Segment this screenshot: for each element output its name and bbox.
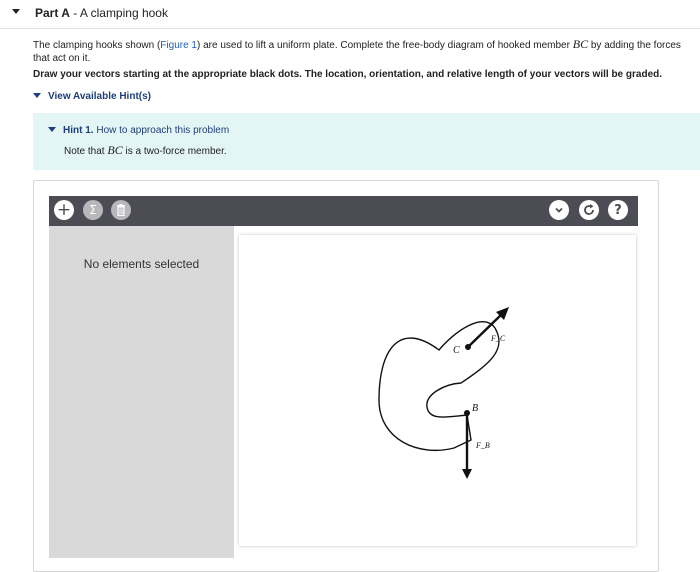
drawing-canvas[interactable]: C B F_C F_B bbox=[239, 235, 636, 546]
point-b-label: B bbox=[472, 403, 478, 414]
part-name: A clamping hook bbox=[79, 6, 168, 20]
sigma-icon: Σ bbox=[89, 203, 97, 217]
sum-button[interactable]: Σ bbox=[83, 200, 103, 220]
hint-1-body: Note that BC is a two-force member. bbox=[64, 143, 227, 158]
chevron-down-icon bbox=[33, 93, 41, 98]
force-c-label: F_C bbox=[490, 334, 506, 343]
help-icon: ? bbox=[614, 202, 622, 218]
reset-button[interactable] bbox=[579, 200, 599, 220]
hint-1-title: How to approach this problem bbox=[96, 125, 230, 136]
instruction-text: Draw your vectors starting at the approp… bbox=[33, 69, 663, 80]
force-b-arrowhead bbox=[462, 469, 472, 479]
figure-link[interactable]: Figure 1 bbox=[160, 40, 197, 51]
properties-panel bbox=[49, 226, 234, 558]
point-b-dot[interactable] bbox=[464, 410, 470, 416]
chevron-down-icon bbox=[48, 127, 56, 132]
reset-icon bbox=[584, 204, 594, 215]
free-body-diagram: C B F_C F_B bbox=[378, 307, 509, 479]
point-c-label: C bbox=[453, 345, 460, 356]
add-button[interactable]: + bbox=[54, 200, 74, 220]
part-label: Part A bbox=[35, 6, 70, 20]
toolbar: + Σ ? bbox=[49, 196, 638, 226]
part-title: Part A - A clamping hook bbox=[35, 6, 168, 20]
hint-panel bbox=[33, 113, 700, 170]
part-separator: - bbox=[69, 6, 80, 20]
hint-text-2: is a two-force member. bbox=[122, 146, 227, 157]
view-hints-label: View Available Hint(s) bbox=[48, 91, 151, 102]
hint-1-toggle[interactable]: Hint 1. How to approach this problem bbox=[48, 125, 229, 136]
hint-text: Note that bbox=[64, 146, 108, 157]
member-symbol: BC bbox=[107, 143, 123, 157]
trash-icon bbox=[117, 204, 125, 216]
point-c-dot[interactable] bbox=[465, 344, 471, 350]
collapse-part-icon[interactable] bbox=[12, 9, 20, 14]
help-button[interactable]: ? bbox=[608, 200, 628, 220]
view-hints-toggle[interactable]: View Available Hint(s) bbox=[33, 91, 151, 102]
problem-text-2: ) are used to lift a uniform plate. Comp… bbox=[196, 40, 573, 51]
force-b-label: F_B bbox=[475, 441, 490, 450]
problem-text: The clamping hooks shown ( bbox=[33, 40, 161, 51]
chevron-down-icon bbox=[555, 207, 563, 213]
problem-statement: The clamping hooks shown (Figure 1) are … bbox=[33, 38, 698, 65]
hint-1-label: Hint 1. bbox=[63, 125, 94, 136]
delete-button[interactable] bbox=[111, 200, 131, 220]
hook-member-outline bbox=[378, 321, 500, 452]
no-selection-text: No elements selected bbox=[83, 257, 200, 271]
member-symbol: BC bbox=[572, 37, 589, 51]
dropdown-button[interactable] bbox=[549, 200, 569, 220]
plus-icon: + bbox=[56, 199, 72, 220]
